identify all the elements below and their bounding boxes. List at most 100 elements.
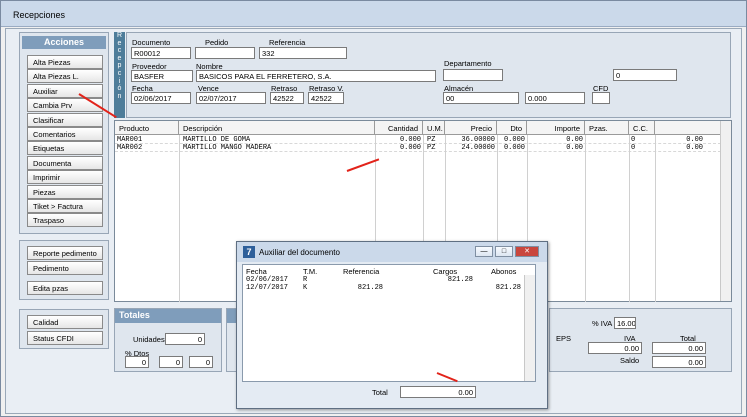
proveedor-field[interactable]: BASFER — [131, 70, 193, 82]
vence-field[interactable]: 02/07/2017 — [196, 92, 266, 104]
col-extra — [655, 121, 721, 135]
accion-button-alta-piezas-l[interactable]: Alta Piezas L. — [27, 69, 103, 84]
pedimento-button[interactable]: Pedimento — [27, 261, 103, 275]
auxiliar-list: Fecha T.M. Referencia Cargos Abonos 02/0… — [242, 264, 536, 382]
accion-button-auxiliar[interactable]: Auxiliar — [27, 83, 103, 98]
aux-col-cargos: Cargos — [433, 267, 458, 276]
window-title: Recepciones — [13, 10, 66, 20]
almacen-amount-field[interactable]: 0.000 — [525, 92, 585, 104]
vertical-letter: R — [116, 32, 123, 39]
aux-scrollbar[interactable] — [524, 275, 535, 381]
list-item[interactable]: 02/06/2017 R 821.28 — [243, 276, 523, 284]
table-cell: 0.000 — [503, 144, 525, 152]
saldo-field[interactable]: 0.00 — [652, 356, 706, 368]
vertical-letter: i — [118, 77, 121, 85]
documento-field[interactable]: R00012 — [131, 47, 191, 59]
edita-pzas-button[interactable]: Edita pzas — [27, 281, 103, 295]
col-pzas[interactable]: Pzas. — [585, 121, 629, 135]
unidades-label: Unidades — [133, 335, 165, 344]
pedimento-panel: Reporte pedimento Pedimento Edita pzas — [19, 240, 109, 300]
dialog-title: Auxiliar del documento — [259, 248, 340, 257]
vertical-letter: p — [117, 62, 122, 70]
table-row[interactable]: MAR002 MARTILLO MANGO MADERA 0.000 PZ 24.000… — [115, 144, 721, 152]
dto1-field[interactable]: 0 — [125, 356, 149, 368]
accion-button-piezas[interactable]: Piezas — [27, 184, 103, 199]
almacen-field[interactable]: 00 — [443, 92, 519, 104]
accion-button-traspaso[interactable]: Traspaso — [27, 213, 103, 228]
aux-col-fecha: Fecha — [246, 267, 267, 276]
vertical-letter: c — [117, 47, 122, 55]
iva-panel: % IVA 16.00 EPS IVA Total 0.00 0.00 Sald… — [549, 308, 732, 372]
cfd-field[interactable] — [592, 92, 610, 104]
accion-button-alta-piezas[interactable]: Alta Piezas — [27, 55, 103, 69]
col-descripcion[interactable]: Descripción — [179, 121, 375, 135]
nombre-field[interactable]: BASICOS PARA EL FERRETERO, S.A. — [196, 70, 436, 82]
referencia-field[interactable]: 332 — [259, 47, 347, 59]
list-cell: R — [303, 276, 308, 284]
table-cell: 0.00 — [566, 144, 583, 152]
list-item[interactable]: 12/07/2017 K 821.28 821.28 — [243, 284, 523, 292]
recepcion-vertical-label: Recepción — [114, 32, 125, 118]
vertical-letter: e — [117, 39, 122, 47]
col-cc[interactable]: C.C. — [629, 121, 655, 135]
referencia-label: Referencia — [269, 38, 306, 47]
accion-button-documenta[interactable]: Documenta — [27, 155, 103, 170]
accion-button-clasificar[interactable]: Clasificar — [27, 112, 103, 127]
documento-label: Documento — [132, 38, 171, 47]
close-icon[interactable]: ✕ — [515, 246, 539, 257]
accion-button-tiket-factura[interactable]: Tiket > Factura — [27, 199, 103, 213]
maximize-icon[interactable]: □ — [495, 246, 513, 257]
table-cell: 0.00 — [686, 144, 703, 152]
accion-button-imprimir[interactable]: Imprimir — [27, 170, 103, 185]
totales-header: Totales — [115, 309, 221, 323]
app-icon: 7 — [243, 246, 255, 258]
eps-label: EPS — [556, 334, 572, 343]
list-cell: 821.28 — [357, 284, 383, 292]
table-cell: 0.000 — [399, 136, 421, 144]
dto3-field[interactable]: 0 — [189, 356, 213, 368]
pedido-field[interactable] — [195, 47, 255, 59]
extra-value-field[interactable]: 0 — [613, 69, 677, 81]
table-cell: 0 — [631, 144, 636, 152]
col-dto[interactable]: Dto — [497, 121, 527, 135]
minimize-icon[interactable]: — — [475, 246, 493, 257]
iva-pct-field[interactable]: 16.00 — [614, 317, 636, 329]
list-cell: 02/06/2017 — [246, 276, 289, 284]
retraso-field[interactable]: 42522 — [270, 92, 304, 104]
col-cantidad[interactable]: Cantidad — [375, 121, 423, 135]
unidades-field[interactable]: 0 — [165, 333, 205, 345]
col-precio[interactable]: Precio — [445, 121, 497, 135]
accion-button-etiquetas[interactable]: Etiquetas — [27, 141, 103, 156]
col-importe[interactable]: Importe — [527, 121, 585, 135]
vertical-letter: c — [117, 69, 122, 77]
col-um[interactable]: U.M. — [423, 121, 445, 135]
reporte-pedimento-button[interactable]: Reporte pedimento — [27, 246, 103, 260]
fecha-field[interactable]: 02/06/2017 — [131, 92, 191, 104]
saldo-label: Saldo — [620, 356, 640, 365]
calidad-button[interactable]: Calidad — [27, 315, 103, 329]
totales-panel: Totales Unidades 0 % Dtos 0 0 0 — [114, 308, 222, 372]
acciones-header: Acciones — [22, 36, 106, 49]
table-row[interactable]: MAR001 MARTILLO DE GOMA 0.000 PZ 36.00000 0.0… — [115, 136, 721, 144]
grid-scrollbar[interactable] — [720, 121, 731, 301]
table-cell: MARTILLO MANGO MADERA — [183, 144, 272, 152]
departamento-field[interactable] — [443, 69, 503, 81]
vertical-letter: ó — [117, 85, 122, 93]
dto2-field[interactable]: 0 — [159, 356, 183, 368]
column-divider — [585, 135, 586, 302]
main-window: Recepciones Acciones Alta Piezas Alta Pie… — [0, 0, 747, 417]
calidad-panel: Calidad Status CFDI — [19, 309, 109, 349]
table-cell: 0.00 — [686, 136, 703, 144]
iva-field[interactable]: 0.00 — [588, 342, 642, 354]
total-field[interactable]: 0.00 — [652, 342, 706, 354]
status-cfdi-button[interactable]: Status CFDI — [27, 331, 103, 345]
table-cell: 0.000 — [399, 144, 421, 152]
retraso-v-field[interactable]: 42522 — [308, 92, 344, 104]
title-bar: Recepciones — [1, 1, 746, 27]
aux-col-tm: T.M. — [303, 267, 318, 276]
col-producto[interactable]: Producto — [115, 121, 179, 135]
auxiliar-dialog: 7 Auxiliar del documento — □ ✕ Fecha T.M… — [236, 241, 548, 409]
accion-button-comentarios[interactable]: Comentarios — [27, 127, 103, 141]
table-cell: 24.00000 — [461, 144, 495, 152]
aux-total-field[interactable]: 0.00 — [400, 386, 476, 398]
